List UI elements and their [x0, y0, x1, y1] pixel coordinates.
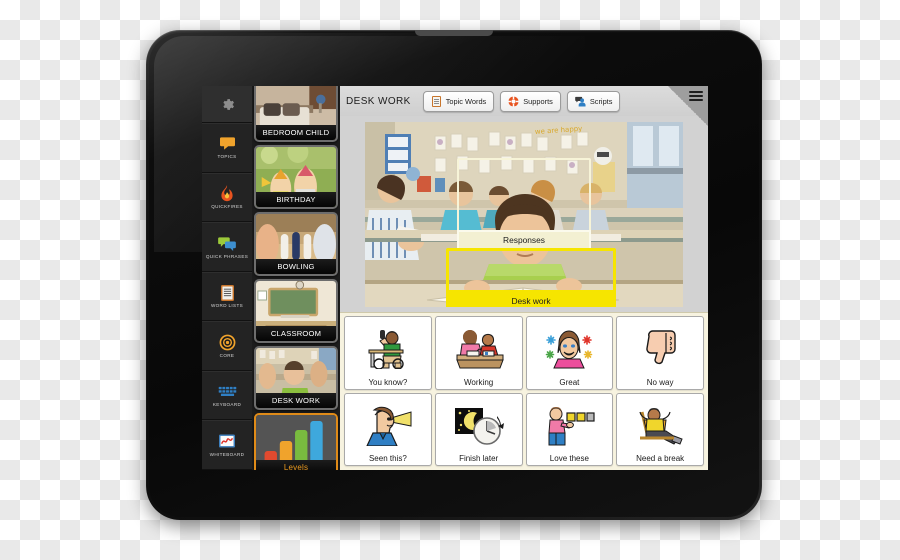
person-relaxing-chair-icon [617, 396, 703, 456]
whiteboard-scribble-icon [218, 433, 237, 450]
sidebar-item-label: QUICKFIRES [211, 204, 243, 209]
symbol-cell-no-way[interactable]: No way [616, 316, 704, 390]
target-circle-icon [218, 334, 237, 351]
sidebar-item-label: WORD LISTS [210, 303, 244, 309]
thumbnail-label: BIRTHDAY [256, 192, 336, 207]
list-item[interactable]: BEDROOM CHILD [254, 86, 338, 142]
flame-icon [218, 185, 237, 202]
thumbnail-label: BOWLING [256, 259, 336, 274]
scripts-button[interactable]: Scripts [566, 90, 621, 112]
topic-thumbnail-list[interactable]: BEDROOM CHILD BIRTHDAY BOWLING CLASSROOM… [252, 86, 340, 470]
thumbnail-label: CLASSROOM [256, 326, 336, 341]
main-panel: DESK WORK Topic Words Supports Scripts w… [340, 86, 708, 470]
symbol-label: You know? [368, 377, 408, 387]
button-label: Scripts [589, 96, 613, 106]
symbol-cell-seen-this[interactable]: Seen this? [344, 392, 432, 466]
scene-photo-area: we are happy Responses Desk work [340, 116, 708, 312]
symbol-grid-row: Seen this? Finish later Love these Need … [344, 392, 704, 466]
sidebar-item-label: TOPICS [217, 154, 237, 160]
symbol-cell-finish-later[interactable]: Finish later [434, 392, 523, 466]
symbol-label: Great [559, 377, 580, 387]
symbol-label: Love these [549, 454, 589, 463]
sidebar-item-word-lists[interactable]: WORD LISTS [202, 271, 252, 322]
sidebar-item-label: WHITEBOARD [209, 451, 245, 457]
overlay-label: Desk work [446, 289, 616, 307]
symbol-label: Working [464, 377, 494, 387]
symbol-cell-need-a-break[interactable]: Need a break [616, 392, 704, 466]
keyboard-icon [218, 383, 237, 400]
tablet-screen: TOPICS QUICKFIRES QUICK PHRASES WORD LIS… [202, 86, 708, 470]
teacher-and-student-icon [436, 319, 522, 379]
list-item-levels[interactable]: Levels [254, 413, 338, 470]
list-item[interactable]: CLASSROOM [254, 279, 338, 343]
sidebar-item-whiteboard[interactable]: WHITEBOARD [202, 420, 252, 470]
symbol-label: Seen this? [368, 454, 407, 463]
smiling-woman-sparkles-icon [527, 319, 613, 379]
list-item[interactable]: BOWLING [254, 212, 338, 276]
button-label: Supports [523, 96, 553, 106]
symbol-grid: You know? Working Great No way Seen this… [340, 312, 708, 470]
sidebar-item-label: QUICK PHRASES [205, 253, 249, 259]
list-document-icon [218, 284, 237, 301]
button-label: Topic Words [445, 96, 487, 106]
moon-clock-icon [436, 396, 522, 456]
speech-bubble-icon [218, 135, 237, 152]
sidebar-item-keyboard[interactable]: KEYBOARD [202, 370, 252, 421]
settings-button[interactable] [202, 86, 252, 123]
sidebar-item-topics[interactable]: TOPICS [202, 123, 252, 173]
overlay-label: Responses [457, 229, 591, 250]
symbol-label: Need a break [636, 454, 685, 463]
page-title: DESK WORK [346, 95, 411, 107]
list-item[interactable]: DESK WORK [254, 346, 338, 410]
overlay-responses[interactable]: Responses [457, 157, 591, 250]
person-looking-icon [345, 396, 431, 456]
symbol-label: Finish later [459, 454, 499, 463]
tablet-top-nub [415, 30, 493, 36]
thumbs-down-icon [617, 319, 703, 379]
notepad-icon [431, 95, 441, 107]
sidebar-item-core[interactable]: CORE [202, 321, 252, 371]
classroom-photo[interactable]: we are happy Responses Desk work [365, 121, 683, 307]
person-choosing-squares-icon [527, 396, 613, 456]
symbol-cell-you-know[interactable]: You know? [344, 316, 432, 390]
sidebar-icon-rail: TOPICS QUICKFIRES QUICK PHRASES WORD LIS… [202, 86, 252, 470]
sidebar-item-label: KEYBOARD [212, 402, 242, 408]
lifebuoy-icon [508, 95, 519, 107]
supports-button[interactable]: Supports [500, 90, 561, 112]
thumbnail-label: Levels [256, 460, 336, 470]
app-toolbar: DESK WORK Topic Words Supports Scripts [340, 86, 708, 126]
symbol-cell-love-these[interactable]: Love these [525, 392, 614, 466]
sidebar-item-quick-phrases[interactable]: QUICK PHRASES [202, 222, 252, 272]
symbol-label: No way [646, 377, 674, 387]
symbol-cell-working[interactable]: Working [434, 316, 523, 390]
gear-icon [222, 98, 234, 110]
person-speech-icon [575, 96, 586, 107]
hamburger-menu-icon[interactable] [689, 91, 703, 101]
symbol-grid-row: You know? Working Great No way [344, 316, 704, 390]
symbol-cell-great[interactable]: Great [525, 316, 614, 390]
thumbnail-label: DESK WORK [256, 393, 336, 408]
sidebar-item-quickfires[interactable]: QUICKFIRES [202, 172, 252, 223]
list-item[interactable]: BIRTHDAY [254, 145, 338, 209]
overlay-desk-work[interactable]: Desk work [446, 247, 616, 307]
thumbnail-label: BEDROOM CHILD [256, 125, 336, 140]
topic-words-button[interactable]: Topic Words [422, 90, 495, 112]
double-speech-bubble-icon [218, 235, 237, 252]
sidebar-item-label: CORE [219, 352, 235, 358]
tablet-device: TOPICS QUICKFIRES QUICK PHRASES WORD LIS… [146, 30, 762, 520]
student-raising-hand-icon [345, 319, 431, 379]
